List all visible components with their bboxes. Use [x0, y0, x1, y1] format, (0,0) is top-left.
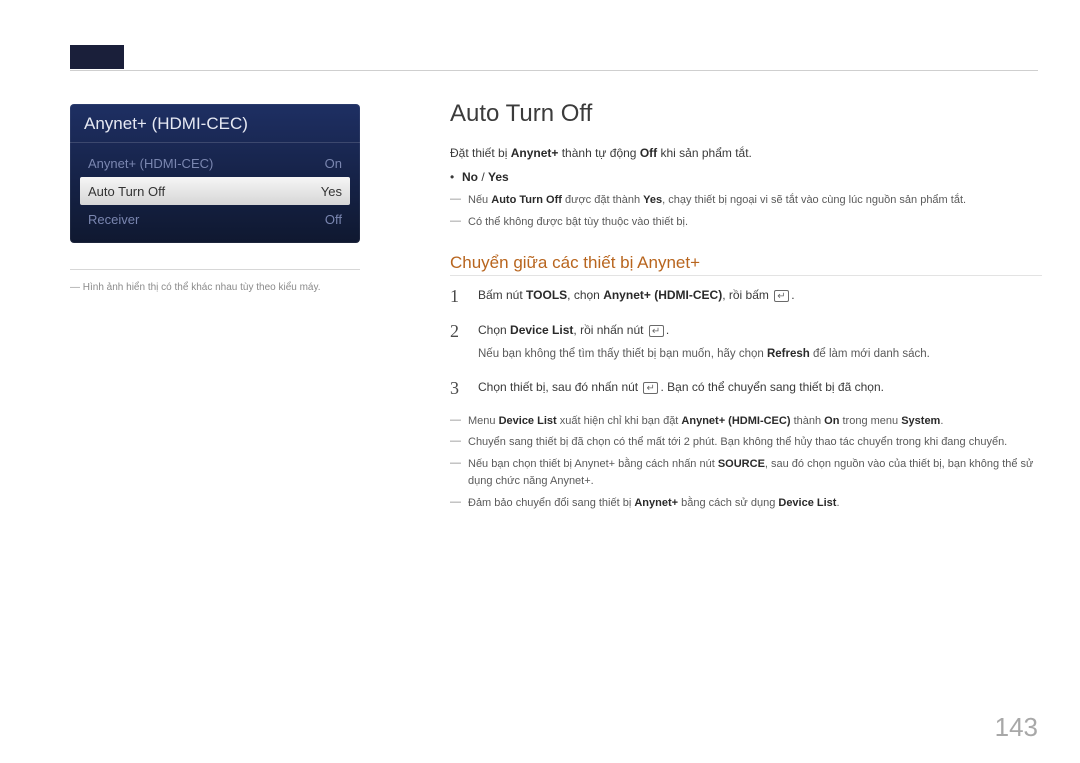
panel-row-value: On — [325, 156, 342, 171]
page-number: 143 — [995, 712, 1038, 743]
enter-icon — [643, 382, 658, 394]
footnote-line: Menu Device List xuất hiện chỉ khi bạn đ… — [450, 413, 1042, 431]
chapter-tab — [70, 45, 124, 69]
note-line: Nếu Auto Turn Off được đặt thành Yes, ch… — [450, 192, 1042, 210]
panel-row-value: Off — [325, 212, 342, 227]
panel-row-receiver[interactable]: Receiver Off — [80, 205, 350, 233]
panel-row-label: Anynet+ (HDMI-CEC) — [88, 156, 213, 171]
step-2: 2 Chọn Device List, rồi nhấn nút . Nếu b… — [450, 321, 1042, 363]
panel-caption: Hình ảnh hiển thị có thể khác nhau tùy t… — [70, 282, 360, 293]
panel-row-label: Receiver — [88, 212, 139, 227]
step-number: 2 — [450, 321, 464, 342]
panel-row-value: Yes — [321, 184, 342, 199]
section-heading: Auto Turn Off — [450, 100, 1042, 128]
step-3: 3 Chọn thiết bị, sau đó nhấn nút . Bạn c… — [450, 378, 1042, 399]
intro-line: Đặt thiết bị Anynet+ thành tự động Off k… — [450, 144, 1042, 162]
top-rule — [70, 70, 1038, 71]
panel-title: Anynet+ (HDMI-CEC) — [70, 104, 360, 143]
note-line: Có thể không được bật tùy thuộc vào thiế… — [450, 214, 1042, 232]
options-line: No / Yes — [450, 168, 1042, 186]
settings-panel: Anynet+ (HDMI-CEC) Anynet+ (HDMI-CEC) On… — [70, 104, 360, 243]
panel-row-label: Auto Turn Off — [88, 184, 165, 199]
footnote-line: Chuyển sang thiết bị đã chọn có thể mất … — [450, 434, 1042, 452]
enter-icon — [649, 325, 664, 337]
step-number: 3 — [450, 378, 464, 399]
enter-icon — [774, 290, 789, 302]
step-number: 1 — [450, 286, 464, 307]
left-rule — [70, 269, 360, 270]
step-1: 1 Bấm nút TOOLS, chọn Anynet+ (HDMI-CEC)… — [450, 286, 1042, 307]
subsection-heading: Chuyển giữa các thiết bị Anynet+ — [450, 253, 1042, 276]
panel-row-anynet[interactable]: Anynet+ (HDMI-CEC) On — [80, 149, 350, 177]
panel-row-auto-turn-off[interactable]: Auto Turn Off Yes — [80, 177, 350, 205]
footnote-line: Nếu bạn chọn thiết bị Anynet+ bằng cách … — [450, 456, 1042, 491]
footnote-line: Đảm bảo chuyển đổi sang thiết bị Anynet+… — [450, 495, 1042, 513]
